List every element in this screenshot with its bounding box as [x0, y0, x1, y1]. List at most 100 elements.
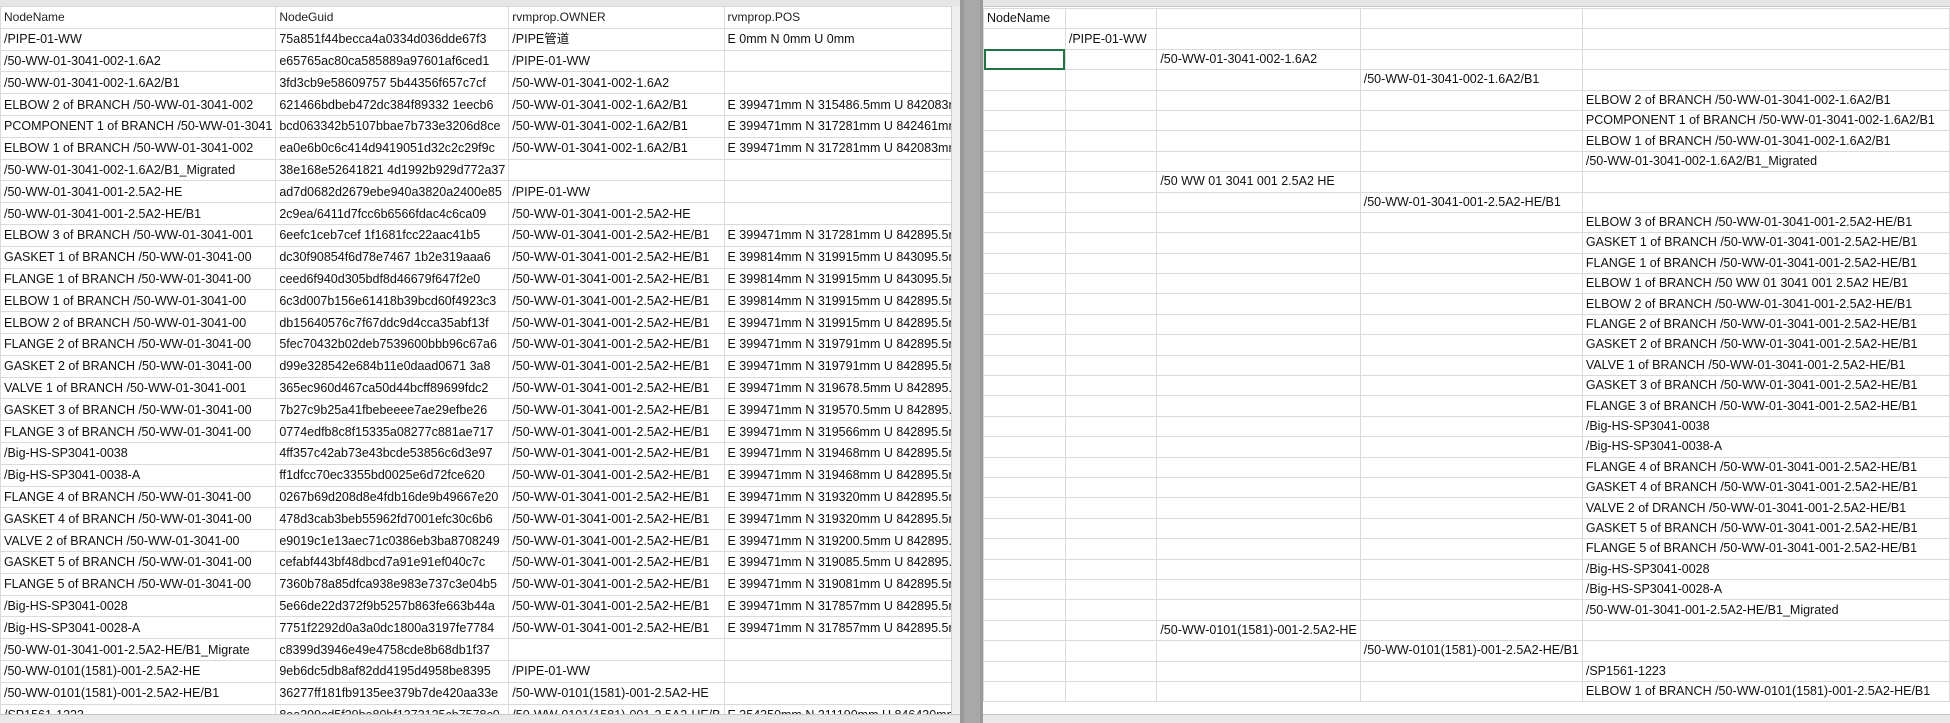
table-cell[interactable]: 5fec70432b02deb7539600bbb96c67a6 — [275, 332, 510, 356]
tree-node-cell[interactable]: ELBOW 2 of BRANCH /50-WW-01-3041-001-2.5… — [1581, 293, 1950, 315]
table-cell[interactable]: /50-WW-01-3041-001-2.5A2-HE/B1 — [508, 398, 725, 422]
table-cell[interactable] — [723, 202, 960, 225]
table-cell[interactable]: /50-WW-01-3041-001-2.5A2-HE — [0, 180, 277, 204]
table-cell[interactable] — [1064, 48, 1158, 71]
table-cell[interactable] — [1156, 436, 1361, 458]
table-cell[interactable] — [1156, 558, 1361, 580]
table-cell[interactable] — [1064, 130, 1158, 152]
table-cell[interactable] — [983, 69, 1066, 91]
table-cell[interactable] — [1064, 395, 1158, 417]
table-cell[interactable]: GASKET 1 of BRANCH /50-WW-01-3041-00 — [0, 245, 277, 269]
table-cell[interactable] — [1064, 150, 1158, 173]
table-cell[interactable]: E 0mm N 0mm U 0mm — [723, 27, 960, 51]
table-cell[interactable]: 0267b69d208d8e4fdb16de9b49667e20 — [275, 485, 510, 509]
table-cell[interactable] — [723, 180, 960, 204]
tree-node-cell[interactable]: VALVE 2 of DRANCH /50-WW-01-3041-001-2.5… — [1581, 497, 1950, 519]
table-cell[interactable] — [1359, 578, 1583, 601]
table-cell[interactable] — [1359, 456, 1583, 478]
table-cell[interactable]: FLANGE 3 of BRANCH /50-WW-01-3041-00 — [0, 420, 277, 443]
table-cell[interactable] — [1581, 7, 1950, 30]
table-cell[interactable] — [723, 659, 960, 683]
table-cell[interactable]: /PIPE-01-WW — [508, 49, 725, 73]
table-cell[interactable] — [1064, 252, 1158, 275]
table-cell[interactable]: E 399471mm N 317857mm U 842895.5mm — [723, 594, 960, 618]
table-cell[interactable] — [1359, 599, 1583, 621]
table-cell[interactable] — [983, 558, 1066, 580]
table-cell[interactable]: E 399471mm N 319678.5mm U 842895.5mm — [723, 376, 960, 400]
table-cell[interactable] — [1581, 48, 1950, 71]
table-cell[interactable]: /50-WW-01-3041-001-2.5A2-HE/B1 — [508, 289, 725, 313]
table-cell[interactable]: /50-WW-01-3041-001-2.5A2-HE/B1 — [508, 311, 725, 334]
table-cell[interactable]: e65765ac80ca585889a97601af6ced1 — [275, 49, 510, 73]
table-cell[interactable] — [983, 293, 1066, 315]
table-cell[interactable] — [1359, 497, 1583, 519]
table-cell[interactable] — [1156, 599, 1361, 621]
table-cell[interactable] — [1359, 7, 1583, 30]
table-cell[interactable] — [1359, 171, 1583, 193]
table-cell[interactable] — [1064, 680, 1158, 703]
table-cell[interactable]: /50-WW-01-3041-001-2.5A2-HE/B1 — [508, 376, 725, 400]
table-cell[interactable]: /50-WW-01-3041-001-2.5A2-HE/B1 — [508, 550, 725, 574]
table-cell[interactable] — [983, 660, 1066, 682]
tree-node-cell[interactable]: /50-WW-0101(1581)-001-2.5A2-HE — [1156, 619, 1361, 642]
table-cell[interactable]: FLANGE 1 of BRANCH /50-WW-01-3041-00 — [0, 267, 277, 291]
table-cell[interactable] — [1156, 640, 1361, 662]
table-cell[interactable] — [1156, 660, 1361, 682]
table-cell[interactable]: 38e168e52641821 4d1992b929d772a37 — [275, 158, 510, 182]
tree-node-cell[interactable]: PCOMPONENT 1 of BRANCH /50-WW-01-3041-00… — [1581, 109, 1950, 132]
table-cell[interactable] — [1156, 415, 1361, 438]
table-cell[interactable] — [1359, 680, 1583, 703]
table-cell[interactable] — [983, 599, 1066, 621]
table-cell[interactable] — [723, 158, 960, 182]
table-cell[interactable]: FLANGE 5 of BRANCH /50-WW-01-3041-00 — [0, 572, 277, 596]
table-cell[interactable] — [1156, 109, 1361, 132]
table-cell[interactable]: E 399471mm N 317281mm U 842895.5mm — [723, 223, 960, 247]
table-cell[interactable]: E 399814mm N 319915mm U 843095.5mm — [723, 245, 960, 269]
table-cell[interactable]: E 399471mm N 319320mm U 842895.5mm — [723, 507, 960, 531]
table-cell[interactable]: dc30f90854f6d78e7467 1b2e319aaa6 — [275, 245, 510, 269]
table-cell[interactable]: /50-WW-01-3041-002-1.6A2/B1_Migrated — [0, 158, 277, 182]
table-cell[interactable] — [1156, 130, 1361, 152]
left-vertical-scrollbar[interactable] — [951, 6, 960, 715]
tree-node-cell[interactable]: /50-WW-01-3041-002-1.6A2/B1_Migrated — [1581, 150, 1950, 173]
table-cell[interactable] — [1359, 211, 1583, 234]
table-cell[interactable] — [1156, 252, 1361, 275]
table-cell[interactable] — [1359, 28, 1583, 50]
tree-node-cell[interactable]: VALVE 1 of BRANCH /50-WW-01-3041-001-2.5… — [1581, 354, 1950, 377]
table-cell[interactable]: /50-WW-01-3041-002-1.6A2/B1 — [508, 114, 725, 138]
table-cell[interactable]: /50-WW-01-3041-001-2.5A2-HE/B1 — [508, 572, 725, 596]
table-cell[interactable]: 36277ff181fb9135ee379b7de420aa33e — [275, 681, 510, 705]
table-cell[interactable]: /PIPE-01-WW — [508, 180, 725, 204]
table-cell[interactable] — [1359, 232, 1583, 254]
table-cell[interactable]: /50-WW-01-3041-001-2.5A2-HE/B1 — [508, 441, 725, 465]
table-cell[interactable] — [983, 415, 1066, 438]
table-cell[interactable]: E 399471mm N 319320mm U 842895.5mm — [723, 485, 960, 509]
table-cell[interactable]: c8399d3946e49e4758cde8b68db1f37 — [275, 638, 510, 661]
table-cell[interactable] — [1359, 89, 1583, 111]
table-cell[interactable] — [1359, 48, 1583, 71]
tree-node-cell[interactable]: FLANGE 4 of BRANCH /50-WW-01-3041-001-2.… — [1581, 456, 1950, 478]
table-cell[interactable] — [1156, 517, 1361, 540]
table-cell[interactable]: E 399471mm N 317281mm U 842083mm — [723, 136, 960, 160]
table-cell[interactable]: /50-WW-01-3041-002-1.6A2/B1 — [508, 93, 725, 116]
table-cell[interactable] — [1156, 313, 1361, 336]
table-cell[interactable]: /Big-HS-SP3041-0038-A — [0, 463, 277, 487]
table-cell[interactable] — [1581, 69, 1950, 91]
table-cell[interactable] — [1156, 578, 1361, 601]
tree-node-cell[interactable]: ELBOW 1 of BRANCH /50-WW-0101(1581)-001-… — [1581, 680, 1950, 703]
table-cell[interactable]: /50-WW-01-3041-001-2.5A2-HE/B1 — [0, 202, 277, 225]
table-cell[interactable]: ceed6f940d305bdf8d46679f647f2e0 — [275, 267, 510, 291]
table-cell[interactable]: VALVE 1 of BRANCH /50-WW-01-3041-001 — [0, 376, 277, 400]
table-cell[interactable] — [1064, 375, 1158, 397]
table-cell[interactable]: /PIPE-01-WW — [508, 659, 725, 683]
table-cell[interactable]: /50-WW-01-3041-002-1.6A2/B1 — [0, 71, 277, 95]
table-cell[interactable]: bcd063342b5107bbae7b733e3206d8ce — [275, 114, 510, 138]
tree-node-cell[interactable]: FLANGE 2 of BRANCH /50-WW-01-3041-001-2.… — [1581, 313, 1950, 336]
table-cell[interactable] — [1156, 395, 1361, 417]
column-header-cell[interactable]: NodeName — [983, 7, 1066, 30]
table-cell[interactable]: E 399471mm N 319081mm U 842895.5mm — [723, 572, 960, 596]
table-cell[interactable] — [983, 476, 1066, 499]
table-cell[interactable]: ad7d0682d2679ebe940a3820a2400e85 — [275, 180, 510, 204]
table-cell[interactable]: /50-WW-01-3041-001-2.5A2-HE/B1 — [508, 354, 725, 378]
left-horizontal-scrollbar[interactable] — [0, 714, 960, 723]
